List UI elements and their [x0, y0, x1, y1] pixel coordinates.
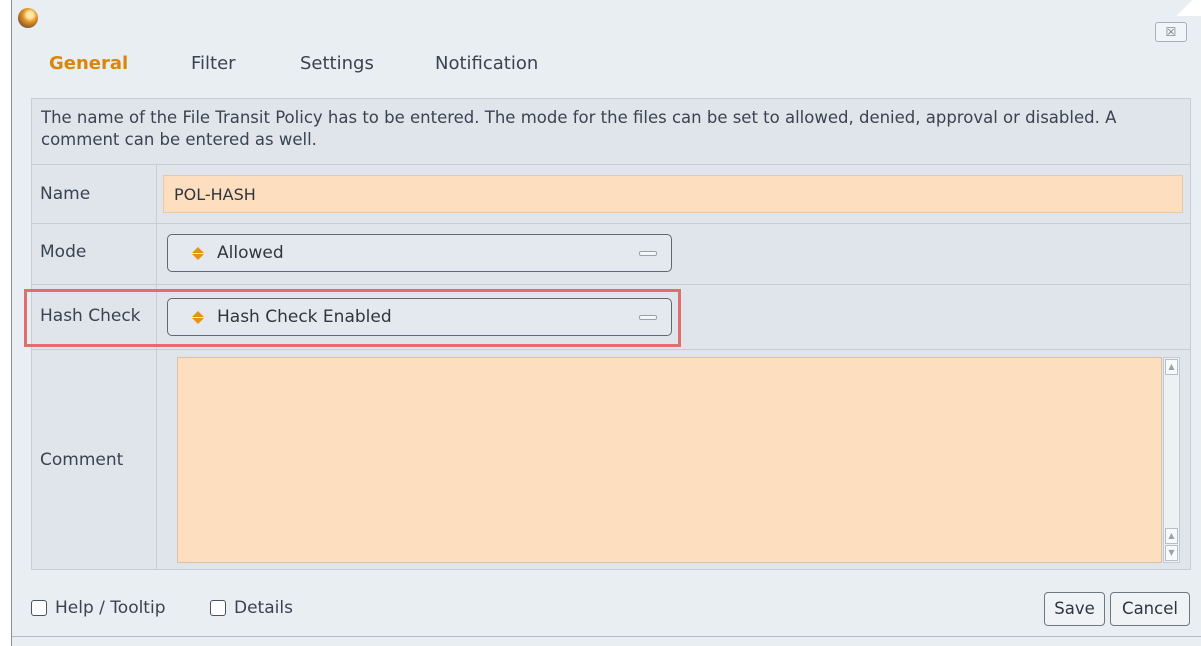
help-tooltip-checkbox[interactable]: Help / Tooltip	[31, 598, 166, 618]
label-column-divider	[156, 165, 157, 569]
dropdown-handle-icon	[639, 251, 657, 256]
tab-notification[interactable]: Notification	[435, 53, 538, 74]
help-tooltip-label: Help / Tooltip	[55, 598, 166, 618]
tab-general[interactable]: General	[49, 53, 128, 74]
checkbox-icon[interactable]	[31, 600, 47, 616]
name-label: Name	[40, 184, 91, 204]
close-icon[interactable]: ☒	[1166, 25, 1177, 39]
name-input[interactable]	[163, 175, 1183, 213]
mode-select[interactable]: Allowed	[167, 234, 672, 272]
checkbox-icon[interactable]	[210, 600, 226, 616]
cancel-button[interactable]: Cancel	[1110, 592, 1190, 626]
comment-scrollbar[interactable]: ▲ ▲ ▼	[1163, 357, 1180, 563]
mode-select-value: Allowed	[217, 243, 284, 263]
row-divider	[32, 223, 1190, 224]
details-label: Details	[234, 598, 293, 618]
row-divider	[32, 349, 1190, 350]
scroll-up-icon[interactable]: ▲	[1165, 359, 1178, 375]
comment-textarea[interactable]	[177, 357, 1162, 563]
tab-settings[interactable]: Settings	[300, 53, 374, 74]
app-logo-icon	[18, 8, 38, 28]
close-button[interactable]: ☒	[1155, 22, 1187, 42]
mode-label: Mode	[40, 242, 87, 262]
scroll-down-icon[interactable]: ▼	[1165, 545, 1178, 561]
dialog-footer: Help / Tooltip Details Save Cancel	[12, 580, 1201, 636]
comment-label: Comment	[40, 450, 124, 470]
window-bottom-border	[12, 636, 1201, 637]
details-checkbox[interactable]: Details	[210, 598, 293, 618]
title-bar: ☒	[12, 0, 1201, 42]
hash-check-highlight	[24, 289, 681, 347]
corner-fade	[1168, 0, 1201, 16]
select-arrows-icon	[192, 247, 205, 261]
row-divider	[32, 284, 1190, 285]
scroll-up-icon[interactable]: ▲	[1165, 528, 1178, 544]
description-text: The name of the File Transit Policy has …	[32, 99, 1190, 165]
save-button[interactable]: Save	[1044, 592, 1105, 626]
tab-bar: General Filter Settings Notification	[12, 53, 712, 79]
tab-filter[interactable]: Filter	[191, 53, 236, 74]
